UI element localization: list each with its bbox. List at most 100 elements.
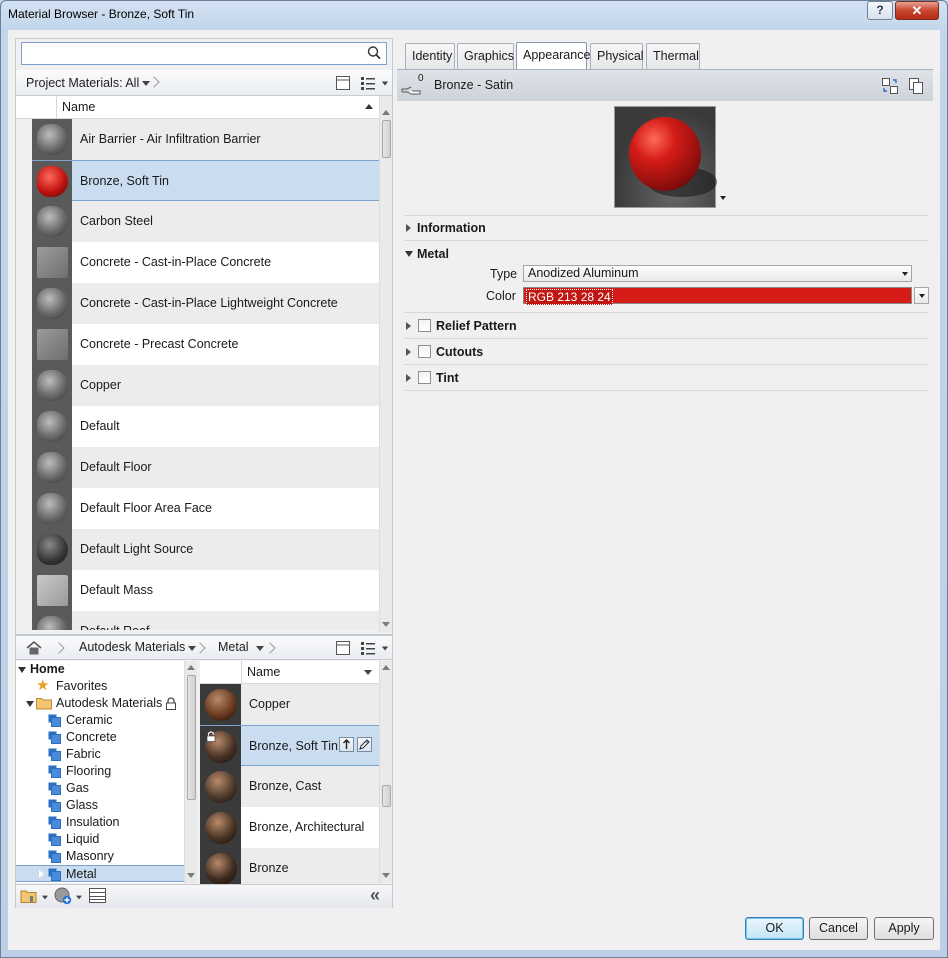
tint-checkbox[interactable]	[418, 371, 431, 384]
view-panel-icon[interactable]	[335, 640, 351, 656]
asset-browser-icon[interactable]	[89, 888, 106, 903]
library-tree-scrollbar[interactable]	[184, 661, 197, 883]
project-list-header[interactable]: Name	[16, 96, 379, 119]
project-material-row[interactable]: Default Mass	[32, 570, 379, 611]
tab-appearance[interactable]: Appearance	[516, 42, 590, 70]
tree-item-favorites[interactable]: ★ Favorites	[16, 677, 184, 695]
project-material-row[interactable]: Concrete - Cast-in-Place Lightweight Con…	[32, 283, 379, 324]
tab-thermal[interactable]: Thermal	[646, 43, 700, 69]
project-material-row[interactable]: Air Barrier - Air Infiltration Barrier	[32, 119, 379, 160]
project-material-row[interactable]: Default Light Source	[32, 529, 379, 570]
cutouts-checkbox[interactable]	[418, 345, 431, 358]
edit-material-icon[interactable]	[357, 737, 372, 752]
project-list-scrollbar[interactable]	[379, 96, 392, 632]
project-material-row[interactable]: Default Floor Area Face	[32, 488, 379, 529]
expand-icon[interactable]	[406, 224, 411, 232]
library-folder-icon[interactable]	[20, 888, 38, 904]
tab-graphics[interactable]: Graphics	[457, 43, 514, 69]
expand-icon[interactable]	[18, 667, 26, 673]
project-material-row[interactable]: Default Floor	[32, 447, 379, 488]
collapse-panel-icon[interactable]: «	[370, 885, 380, 906]
section-cutouts[interactable]: Cutouts	[404, 342, 928, 362]
tree-item-category[interactable]: Insulation	[16, 814, 184, 831]
expand-icon[interactable]	[26, 701, 34, 707]
library-tree[interactable]: Home ★ Favorites Autodesk Materials Cera…	[16, 661, 184, 883]
library-material-row[interactable]: Bronze, Architectural	[200, 807, 379, 848]
project-materials-list[interactable]: Air Barrier - Air Infiltration Barrier Br…	[16, 119, 379, 630]
section-information[interactable]: Information	[404, 218, 928, 238]
tree-item-category[interactable]: Liquid	[16, 831, 184, 848]
tree-item-category[interactable]: Fabric	[16, 746, 184, 763]
project-material-row[interactable]: Concrete - Cast-in-Place Concrete	[32, 242, 379, 283]
library-material-row[interactable]: Bronze, Soft Tin	[200, 725, 379, 767]
help-button[interactable]: ?	[867, 1, 893, 20]
scroll-thumb[interactable]	[382, 785, 391, 807]
ok-button[interactable]: OK	[745, 917, 804, 940]
scroll-down-icon[interactable]	[187, 873, 195, 878]
project-material-row[interactable]: Default Roof	[32, 611, 379, 630]
close-button[interactable]: ✕	[895, 1, 939, 20]
tree-item-category[interactable]: Masonry	[16, 848, 184, 865]
scroll-thumb[interactable]	[187, 675, 196, 800]
view-options-dropdown-icon[interactable]	[381, 81, 389, 86]
name-column-header[interactable]: Name	[62, 100, 95, 114]
library-material-row[interactable]: Copper	[200, 684, 379, 725]
search-icon[interactable]	[366, 45, 382, 61]
library-materials-list[interactable]: Copper Bronze, Soft Tin Bronze, Cast Bronze…	[200, 684, 379, 884]
tab-identity[interactable]: Identity	[405, 43, 455, 69]
color-swatch-field[interactable]: RGB 213 28 24	[523, 287, 912, 305]
expand-icon[interactable]	[39, 870, 44, 878]
home-icon[interactable]	[25, 640, 43, 656]
expand-icon[interactable]	[406, 348, 411, 356]
color-options-button[interactable]	[914, 287, 929, 304]
expand-icon[interactable]	[406, 374, 411, 382]
scroll-up-icon[interactable]	[187, 665, 195, 670]
project-material-row[interactable]: Concrete - Precast Concrete	[32, 324, 379, 365]
apply-button[interactable]: Apply	[874, 917, 934, 940]
list-view-icon[interactable]	[360, 75, 376, 91]
project-material-row[interactable]: Bronze, Soft Tin	[32, 160, 379, 202]
tree-item-category[interactable]: Concrete	[16, 729, 184, 746]
section-relief-pattern[interactable]: Relief Pattern	[404, 316, 928, 336]
tree-item-autodesk-materials[interactable]: Autodesk Materials	[16, 695, 184, 712]
view-panel-icon[interactable]	[335, 75, 351, 91]
replace-asset-icon[interactable]	[881, 77, 899, 95]
title-bar[interactable]: Material Browser - Bronze, Soft Tin ? ✕	[0, 0, 948, 30]
project-material-row[interactable]: Default	[32, 406, 379, 447]
name-column-header[interactable]: Name	[247, 665, 280, 679]
list-view-icon[interactable]	[360, 640, 376, 656]
tree-item-category[interactable]: Flooring	[16, 763, 184, 780]
sort-dropdown-icon[interactable]	[364, 670, 372, 675]
tree-item-category[interactable]: Gas	[16, 780, 184, 797]
tree-item-category[interactable]: Metal	[16, 865, 184, 882]
scroll-up-icon[interactable]	[382, 110, 390, 115]
project-material-row[interactable]: Carbon Steel	[32, 201, 379, 242]
scroll-down-icon[interactable]	[382, 873, 390, 878]
chevron-down-icon[interactable]	[902, 272, 908, 276]
view-options-dropdown-icon[interactable]	[381, 646, 389, 651]
preview-options-dropdown-icon[interactable]	[720, 196, 726, 200]
section-tint[interactable]: Tint	[404, 368, 928, 388]
tree-item-category[interactable]: Ceramic	[16, 712, 184, 729]
scroll-down-icon[interactable]	[382, 622, 390, 627]
tab-physical[interactable]: Physical	[590, 43, 644, 69]
cancel-button[interactable]: Cancel	[809, 917, 868, 940]
project-material-row[interactable]: Copper	[32, 365, 379, 406]
category-breadcrumb[interactable]: Metal	[218, 638, 249, 657]
search-input[interactable]	[21, 42, 387, 65]
scroll-up-icon[interactable]	[382, 665, 390, 670]
duplicate-asset-icon[interactable]	[908, 77, 924, 95]
library-material-row[interactable]: Bronze, Cast	[200, 766, 379, 807]
project-materials-filter[interactable]: Project Materials: All	[26, 74, 139, 93]
library-material-row[interactable]: Bronze	[200, 848, 379, 884]
type-select[interactable]: Anodized Aluminum	[523, 265, 912, 282]
create-material-icon[interactable]	[54, 887, 72, 905]
library-list-header[interactable]: Name	[200, 661, 379, 684]
tree-item-category[interactable]: Glass	[16, 797, 184, 814]
category-dropdown-icon[interactable]	[256, 646, 264, 651]
tree-item-home[interactable]: Home	[16, 661, 184, 678]
library-list-scrollbar[interactable]	[379, 661, 392, 883]
collapse-icon[interactable]	[405, 251, 413, 257]
library-menu-dropdown-icon[interactable]	[42, 895, 48, 900]
create-menu-dropdown-icon[interactable]	[76, 895, 82, 900]
